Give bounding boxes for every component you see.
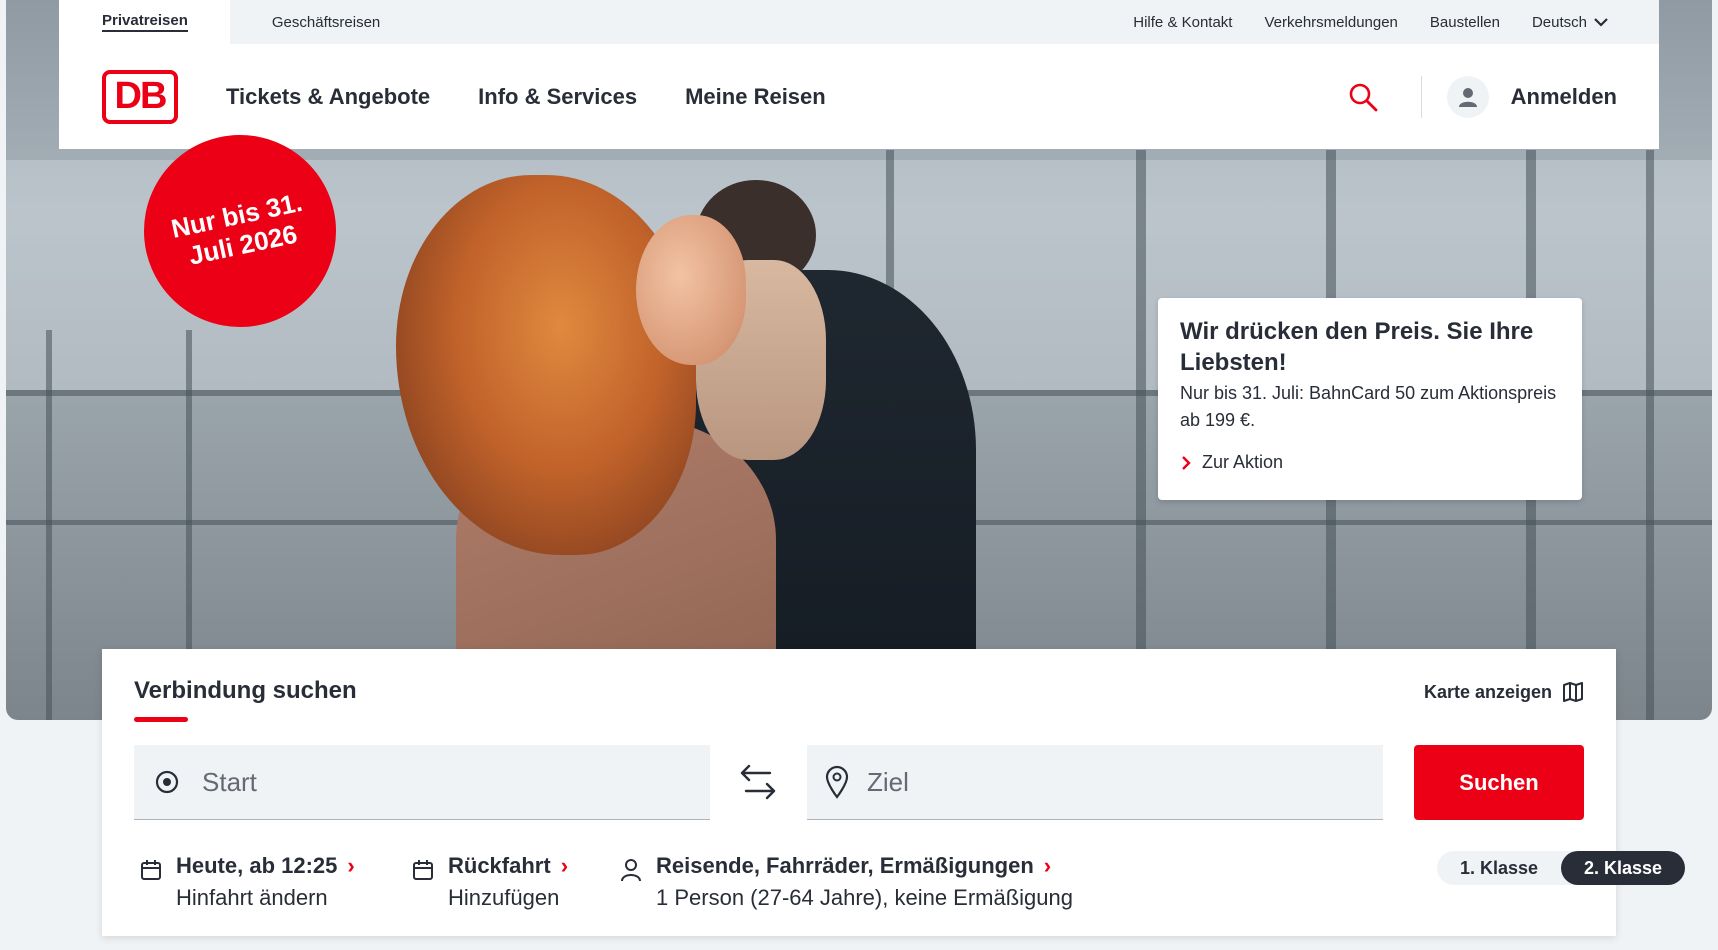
map-icon xyxy=(1563,682,1583,702)
utility-links: Hilfe & Kontakt Verkehrsmeldungen Bauste… xyxy=(1133,14,1659,31)
utility-bar: Privatreisen Geschäftsreisen Hilfe & Kon… xyxy=(59,0,1659,44)
tab-privatreisen-label: Privatreisen xyxy=(102,12,188,32)
login-link[interactable]: Anmelden xyxy=(1511,84,1617,110)
start-input: Start xyxy=(202,766,257,797)
travellers-title: Reisende, Fahrräder, Ermäßigungen xyxy=(656,853,1034,878)
search-panel: Verbindung suchen Karte anzeigen Start Z… xyxy=(102,649,1685,936)
return-subtitle: Hinzufügen xyxy=(448,885,560,910)
outbound-subtitle: Hinfahrt ändern xyxy=(176,885,328,910)
start-field[interactable]: Start xyxy=(134,745,710,820)
link-hilfe-kontakt[interactable]: Hilfe & Kontakt xyxy=(1133,14,1232,31)
smiling-face xyxy=(636,215,746,365)
red-hair xyxy=(396,175,696,555)
swap-icon[interactable] xyxy=(734,761,782,805)
outbound-option[interactable]: Heute, ab 12:25 › Hinfahrt ändern xyxy=(140,853,355,911)
nav-meine-reisen[interactable]: Meine Reisen xyxy=(685,84,826,110)
travellers-subtitle: 1 Person (27-64 Jahre), keine Ermäßigung xyxy=(656,885,1073,910)
map-pin-icon xyxy=(825,765,849,799)
nav-tickets-angebote[interactable]: Tickets & Angebote xyxy=(226,84,430,110)
link-baustellen[interactable]: Baustellen xyxy=(1430,14,1500,31)
language-selector[interactable]: Deutsch xyxy=(1532,14,1609,31)
promo-link[interactable]: Zur Aktion xyxy=(1180,452,1560,473)
ziel-field[interactable]: Ziel xyxy=(807,745,1383,820)
nav-info-services[interactable]: Info & Services xyxy=(478,84,637,110)
search-icon[interactable] xyxy=(1347,81,1379,113)
show-map-label: Karte anzeigen xyxy=(1423,681,1552,702)
header-actions: Anmelden xyxy=(1347,75,1617,118)
promo-card: Wir drücken den Preis. Sie Ihre Liebsten… xyxy=(1158,298,1582,500)
chevron-right-icon: › xyxy=(347,853,355,878)
person-icon xyxy=(621,859,641,882)
class-toggle: 1. Klasse 2. Klasse xyxy=(1437,851,1685,885)
return-title: Rückfahrt xyxy=(448,853,551,878)
promo-link-label: Zur Aktion xyxy=(1202,452,1284,473)
class-1-option[interactable]: 1. Klasse xyxy=(1437,851,1561,885)
calendar-icon xyxy=(413,860,433,880)
header-divider xyxy=(1420,75,1422,118)
show-map-link[interactable]: Karte anzeigen xyxy=(1424,681,1584,703)
db-logo[interactable]: DB xyxy=(102,69,178,124)
link-verkehrsmeldungen[interactable]: Verkehrsmeldungen xyxy=(1264,14,1397,31)
db-logo-text: DB xyxy=(114,75,168,117)
tab-geschaeftsreisen[interactable]: Geschäftsreisen xyxy=(230,0,380,44)
tab-verbindung-suchen[interactable]: Verbindung suchen xyxy=(134,677,357,705)
promo-text: Nur bis 31. Juli: BahnCard 50 zum Aktion… xyxy=(1180,383,1557,431)
outbound-title: Heute, ab 12:25 xyxy=(176,853,338,878)
main-nav: Tickets & Angebote Info & Services Meine… xyxy=(226,84,826,110)
ziel-input: Ziel xyxy=(867,766,909,797)
tab-privatreisen[interactable]: Privatreisen xyxy=(59,0,230,44)
travellers-option[interactable]: Reisende, Fahrräder, Ermäßigungen › 1 Per… xyxy=(620,853,1073,911)
chevron-right-icon: › xyxy=(1043,853,1052,878)
main-header: DB Tickets & Angebote Info & Services Me… xyxy=(59,44,1659,149)
tab-active-indicator xyxy=(134,717,188,722)
language-label: Deutsch xyxy=(1531,13,1587,31)
promo-title: Wir drücken den Preis. Sie Ihre Liebsten… xyxy=(1180,318,1534,377)
class-2-option[interactable]: 2. Klasse xyxy=(1561,851,1685,885)
location-target-icon xyxy=(155,770,179,794)
chevron-right-icon: › xyxy=(560,853,569,878)
calendar-icon xyxy=(141,860,161,880)
search-button[interactable]: Suchen xyxy=(1414,745,1584,820)
chevron-right-icon xyxy=(1182,456,1191,470)
chevron-down-icon xyxy=(1594,18,1608,27)
return-option[interactable]: Rückfahrt › Hinzufügen xyxy=(412,853,568,911)
tab-geschaeftsreisen-label: Geschäftsreisen xyxy=(271,13,381,31)
user-icon[interactable] xyxy=(1446,75,1489,118)
